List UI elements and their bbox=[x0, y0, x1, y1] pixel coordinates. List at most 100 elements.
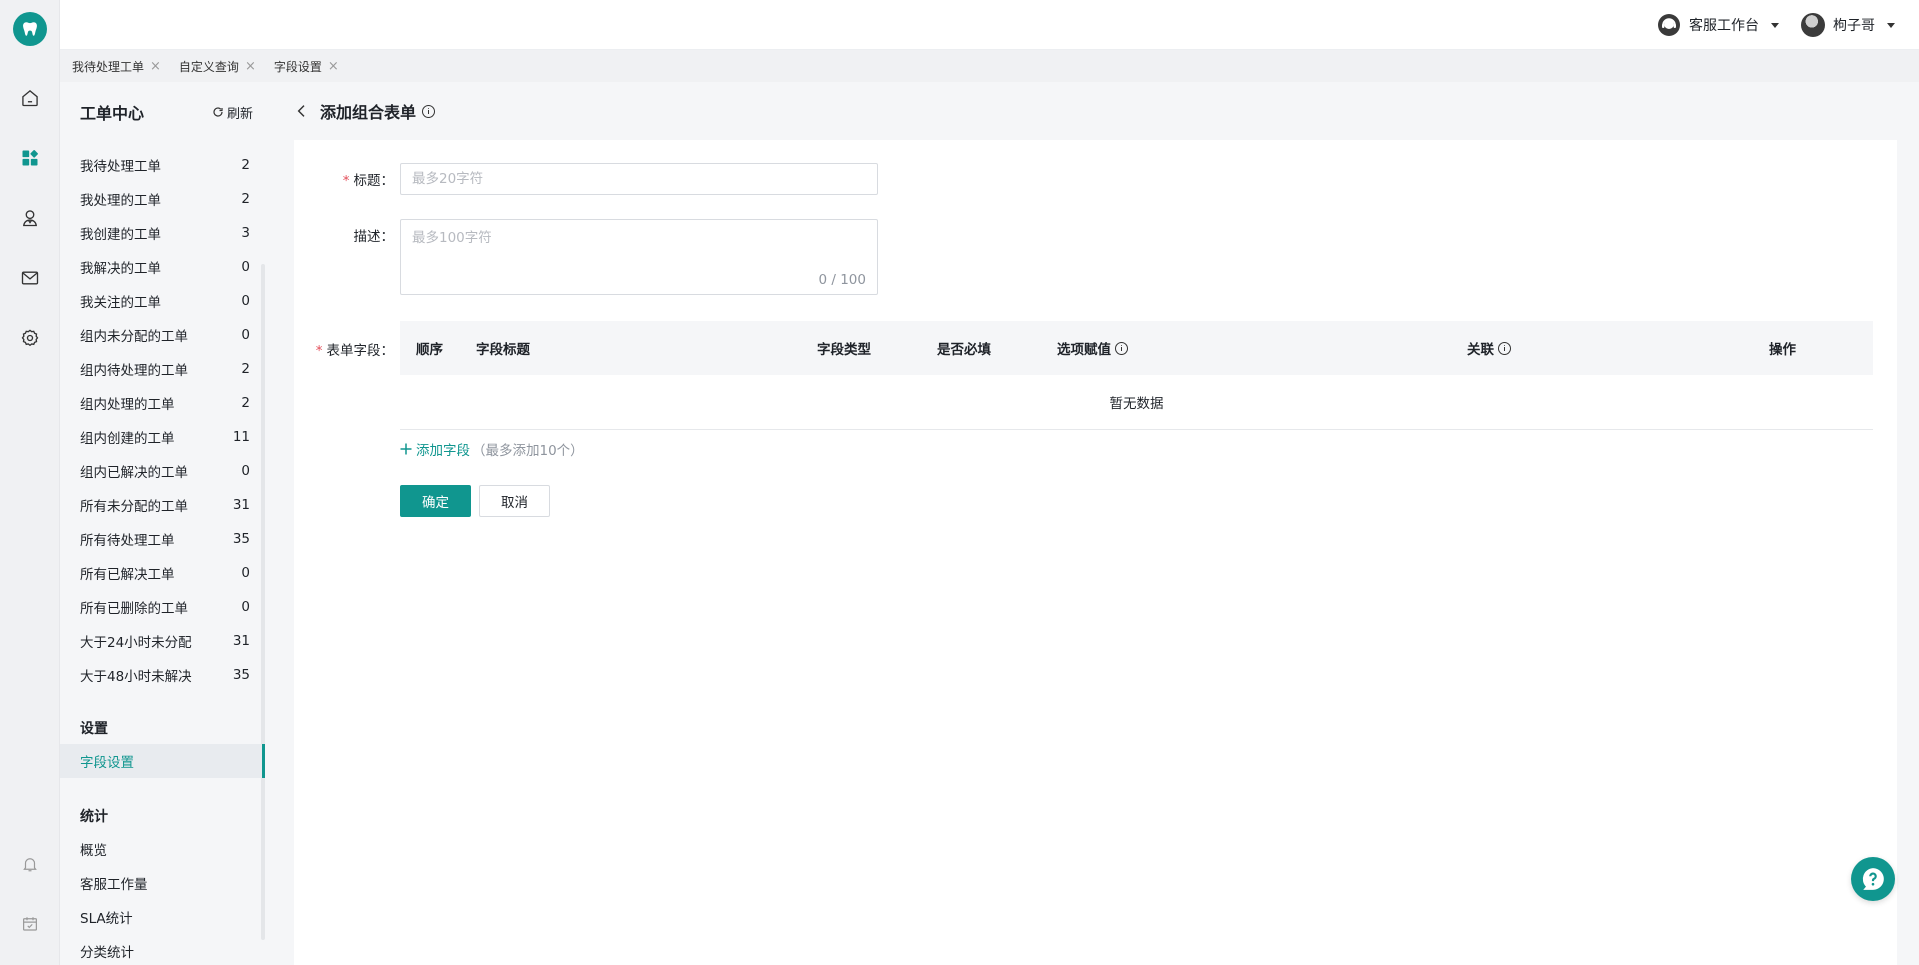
sidebar-item-label: 所有待处理工单 bbox=[80, 533, 175, 549]
fields-table: 顺序 字段标题 字段类型 是否必填 选项赋值 关联 操作 暂无数据 bbox=[400, 321, 1873, 430]
sidebar-item[interactable]: 我解决的工单 0 bbox=[60, 250, 265, 284]
sidebar-item-field-settings[interactable]: 字段设置 bbox=[60, 744, 265, 778]
calendar-icon[interactable] bbox=[18, 912, 42, 936]
info-icon[interactable] bbox=[422, 104, 436, 118]
column-header: 选项赋值 bbox=[1057, 342, 1111, 358]
add-field-row: 添加字段 （最多添加10个） bbox=[400, 439, 584, 459]
sidebar-item[interactable]: 组内已解决的工单 0 bbox=[60, 454, 265, 488]
sidebar-item[interactable]: 我处理的工单 2 bbox=[60, 182, 265, 216]
confirm-button[interactable]: 确定 bbox=[400, 485, 471, 517]
dashboard-icon[interactable] bbox=[18, 146, 42, 170]
sidebar-item-count: 35 bbox=[232, 531, 250, 547]
user-menu[interactable]: 枸子哥 bbox=[1801, 0, 1895, 50]
sidebar-item-label: 组内已解决的工单 bbox=[80, 465, 188, 481]
help-button[interactable] bbox=[1851, 857, 1895, 901]
column-options: 选项赋值 bbox=[1057, 321, 1128, 375]
avatar bbox=[1801, 13, 1825, 37]
sidebar-item-count: 0 bbox=[241, 259, 250, 275]
desc-label-text: 描述 bbox=[353, 229, 381, 245]
sidebar-item-label: 所有已删除的工单 bbox=[80, 601, 188, 617]
column-field-title: 字段标题 bbox=[476, 321, 530, 375]
add-field-label: 添加字段 bbox=[416, 443, 470, 459]
info-icon[interactable] bbox=[1498, 341, 1511, 355]
sidebar-item-label: 我处理的工单 bbox=[80, 193, 161, 209]
settings-section-title: 设置 bbox=[80, 721, 108, 737]
sidebar-item-sla-stats[interactable]: SLA统计 bbox=[60, 900, 265, 934]
workspace-switcher[interactable]: 客服工作台 bbox=[1657, 0, 1779, 50]
sidebar-item[interactable]: 我创建的工单 3 bbox=[60, 216, 265, 250]
refresh-icon bbox=[213, 107, 223, 117]
mail-icon[interactable] bbox=[18, 266, 42, 290]
table-header: 顺序 字段标题 字段类型 是否必填 选项赋值 关联 操作 bbox=[400, 321, 1873, 375]
sidebar-item-count: 0 bbox=[241, 293, 250, 309]
cancel-button[interactable]: 取消 bbox=[479, 485, 550, 517]
back-arrow-icon[interactable] bbox=[294, 103, 310, 119]
sidebar-item-label: 所有未分配的工单 bbox=[80, 499, 188, 515]
agents-icon[interactable] bbox=[18, 206, 42, 230]
column-order: 顺序 bbox=[416, 321, 443, 375]
sidebar-item[interactable]: 我待处理工单 2 bbox=[60, 148, 265, 182]
sidebar: 工单中心 刷新 我待处理工单 2 我处理的工单 2 我创建的工单 3 我解决的工单 0 … bbox=[60, 82, 265, 965]
sidebar-item[interactable]: 我关注的工单 0 bbox=[60, 284, 265, 318]
sidebar-item[interactable]: 所有已解决工单 0 bbox=[60, 556, 265, 590]
tab-custom-query[interactable]: 自定义查询 × bbox=[179, 58, 256, 75]
stats-section-title: 统计 bbox=[80, 809, 108, 825]
sidebar-item-count: 0 bbox=[241, 463, 250, 479]
description-field: 0 / 100 bbox=[400, 219, 878, 295]
headset-icon bbox=[1658, 14, 1680, 36]
form-card: *标题： 描述： 0 / 100 *表单字段： 顺序 字段标题 字段类型 是否必… bbox=[294, 140, 1897, 965]
sidebar-item-label: 组内待处理的工单 bbox=[80, 363, 188, 379]
sidebar-item-count: 0 bbox=[241, 599, 250, 615]
sidebar-item-count: 31 bbox=[232, 633, 250, 649]
column-header: 是否必填 bbox=[937, 342, 991, 358]
sidebar-item[interactable]: 所有已删除的工单 0 bbox=[60, 590, 265, 624]
sidebar-item-label: 我待处理工单 bbox=[80, 159, 161, 175]
sidebar-item-count: 0 bbox=[241, 327, 250, 343]
title-input[interactable] bbox=[400, 163, 878, 195]
tab-bar: 我待处理工单 × 自定义查询 × 字段设置 × bbox=[60, 50, 1919, 82]
tab-field-settings[interactable]: 字段设置 × bbox=[274, 58, 339, 75]
sidebar-item[interactable]: 组内待处理的工单 2 bbox=[60, 352, 265, 386]
sidebar-item-label: 我创建的工单 bbox=[80, 227, 161, 243]
sidebar-item-overview[interactable]: 概览 bbox=[60, 832, 265, 866]
page-title: 添加组合表单 bbox=[320, 103, 417, 122]
bell-icon[interactable] bbox=[18, 852, 42, 876]
sidebar-item[interactable]: 组内处理的工单 2 bbox=[60, 386, 265, 420]
sidebar-item-count: 0 bbox=[241, 565, 250, 581]
info-icon[interactable] bbox=[1115, 341, 1128, 355]
plus-icon bbox=[400, 443, 412, 455]
sidebar-item[interactable]: 组内未分配的工单 0 bbox=[60, 318, 265, 352]
help-chat-icon bbox=[1862, 868, 1884, 890]
sidebar-item-agent-workload[interactable]: 客服工作量 bbox=[60, 866, 265, 900]
chevron-down-icon bbox=[1887, 22, 1895, 28]
add-field-button[interactable]: 添加字段 bbox=[400, 439, 470, 459]
sidebar-item[interactable]: 组内创建的工单 11 bbox=[60, 420, 265, 454]
sidebar-item[interactable]: 所有待处理工单 35 bbox=[60, 522, 265, 556]
close-icon[interactable]: × bbox=[328, 60, 339, 73]
close-icon[interactable]: × bbox=[245, 60, 256, 73]
sidebar-item-label: 组内未分配的工单 bbox=[80, 329, 188, 345]
title-label-text: 标题 bbox=[353, 173, 381, 189]
home-icon[interactable] bbox=[18, 86, 42, 110]
sidebar-item-label: 所有已解决工单 bbox=[80, 567, 175, 583]
close-icon[interactable]: × bbox=[150, 60, 161, 73]
settings-icon[interactable] bbox=[18, 326, 42, 350]
main-content: 添加组合表单 *标题： 描述： 0 / 100 *表单字段： 顺序 字段标题 字… bbox=[272, 82, 1919, 965]
refresh-button[interactable]: 刷新 bbox=[212, 103, 253, 122]
column-field-type: 字段类型 bbox=[817, 321, 871, 375]
tooth-logo-icon[interactable] bbox=[13, 12, 47, 46]
title-field-label: * 标题： bbox=[342, 173, 394, 189]
sidebar-item-label: 组内创建的工单 bbox=[80, 431, 175, 447]
sidebar-item-label: 组内处理的工单 bbox=[80, 397, 175, 413]
required-marker: * bbox=[315, 343, 323, 359]
sidebar-item-count: 31 bbox=[232, 497, 250, 513]
sidebar-item-category-stats[interactable]: 分类统计 bbox=[60, 934, 265, 965]
app-rail bbox=[0, 0, 60, 965]
sidebar-item-label: 我解决的工单 bbox=[80, 261, 161, 277]
tab-pending-tickets[interactable]: 我待处理工单 × bbox=[72, 58, 161, 75]
sidebar-item[interactable]: 大于48小时未解决 35 bbox=[60, 658, 265, 692]
description-textarea[interactable] bbox=[401, 220, 877, 294]
sidebar-item[interactable]: 所有未分配的工单 31 bbox=[60, 488, 265, 522]
sidebar-item[interactable]: 大于24小时未分配 31 bbox=[60, 624, 265, 658]
column-header: 字段类型 bbox=[817, 342, 871, 358]
